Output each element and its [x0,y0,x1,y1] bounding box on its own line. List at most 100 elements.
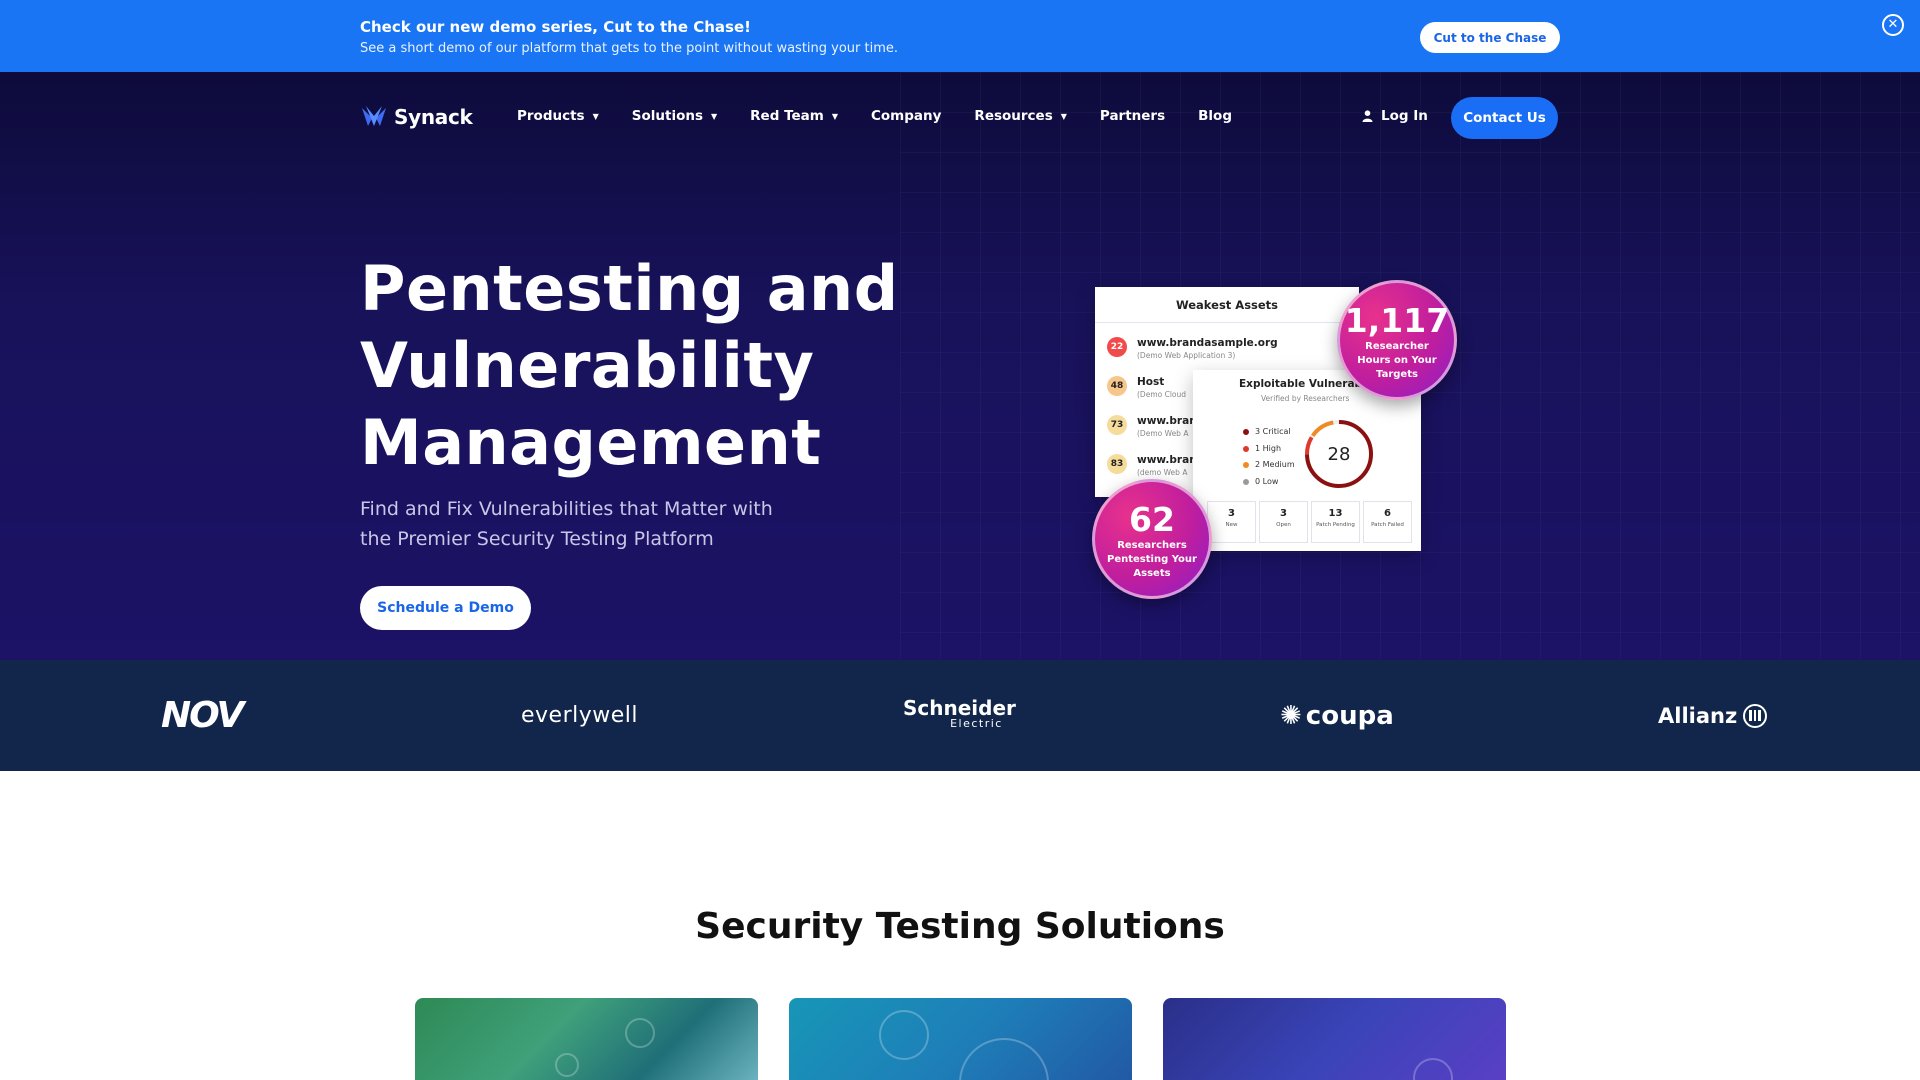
login-label: Log In [1381,108,1428,124]
stat-value: 3 [1280,508,1287,519]
legend-label: 2 Medium [1255,460,1295,469]
caret-down-icon: ▼ [1060,111,1067,121]
legend-row: 0 Low [1243,474,1295,491]
legend-label: 0 Low [1255,476,1279,486]
stat-value: 3 [1228,508,1235,519]
nav-blog[interactable]: Blog [1198,108,1232,124]
hero-lead: Find and Fix Vulnerabilities that Matter… [360,494,820,554]
legend-swatch [1243,429,1249,436]
solution-card-2[interactable] [789,998,1132,1080]
stat-patch-pending: 13 Patch Pending [1311,501,1360,543]
stat-label: Open [1276,522,1291,528]
researcher-hours-bubble: 1,117 Researcher Hours on Your Targets [1337,280,1457,400]
everlywell-logo: everlywell [521,703,639,728]
legend-row: 3 Critical [1243,424,1295,441]
caret-down-icon: ▼ [831,111,838,121]
stat-new: 3 New [1207,501,1256,543]
nov-logo: NOV [161,695,244,736]
vulnerability-donut: 28 [1303,418,1375,490]
hero-heading: Pentesting and Vulnerability Management [360,250,960,481]
asset-score: 22 [1107,337,1127,357]
hero-heading-line: Vulnerability [360,329,815,402]
electric-word: Electric [950,716,1003,730]
nav-solutions[interactable]: Solutions ▼ [632,108,717,124]
logo-text: Synack [394,105,473,129]
stat-label: Patch Failed [1371,522,1404,528]
hero-section [0,72,1920,660]
contact-us-button[interactable]: Contact Us [1451,97,1558,139]
glow-orb-icon [1413,1058,1453,1080]
target-ring-icon [879,1010,929,1060]
nav-label: Products [517,108,585,124]
hero-lead-line: Find and Fix Vulnerabilities that Matter… [360,498,773,520]
nav-label: Blog [1198,108,1232,124]
nav-label: Red Team [750,108,824,124]
target-ring-icon [959,1038,1049,1080]
nav-products[interactable]: Products ▼ [517,108,599,124]
close-circle-icon[interactable]: ✕ [1882,14,1904,36]
stat-label: New [1225,522,1238,528]
coupa-sun-icon: ✺ [1280,700,1302,731]
asset-row: 73 www.bran (Demo Web A [1107,415,1197,438]
network-node-icon [555,1053,579,1077]
asset-row: 22 www.brandasample.org (Demo Web Applica… [1107,337,1278,360]
asset-sub: (Demo Web Application 3) [1137,351,1236,360]
bubble-value: 62 [1129,500,1175,539]
asset-row: 48 Host (Demo Cloud [1107,376,1186,399]
asset-score: 73 [1107,415,1127,435]
bubble-value: 1,117 [1344,301,1450,340]
legend-label: 1 High [1255,443,1282,453]
asset-name: www.bran [1137,454,1197,466]
asset-score: 83 [1107,454,1127,474]
stat-patch-failed: 6 Patch Failed [1363,501,1412,543]
legend-label: 3 Critical [1255,427,1291,436]
announcement-subtitle: See a short demo of our platform that ge… [360,41,899,56]
announcement-title: Check our new demo series, Cut to the Ch… [360,18,751,36]
legend-swatch [1243,462,1249,469]
legend-swatch [1243,445,1249,452]
legend-swatch [1243,478,1249,485]
synack-wing-icon [362,106,386,126]
schneider-electric-logo: Schneider Electric [903,660,1016,771]
asset-sub: (demo Web A [1137,468,1188,477]
coupa-logo: ✺ coupa [1280,660,1394,771]
cut-to-the-chase-button[interactable]: Cut to the Chase [1420,22,1560,53]
stat-label: Patch Pending [1316,522,1355,528]
hero-heading-line: Pentesting and [360,252,899,325]
customer-logos: NOV everlywell Schneider Electric ✺ coup… [0,660,1920,771]
severity-legend: 3 Critical 1 High 2 Medium 0 Low [1243,424,1295,490]
schedule-demo-button[interactable]: Schedule a Demo [360,586,531,630]
caret-down-icon: ▼ [711,111,718,121]
announcement-bar: Check our new demo series, Cut to the Ch… [0,0,1920,72]
status-stats: 3 New 3 Open 13 Patch Pending 6 Patch Failed [1207,501,1412,543]
legend-row: 1 High [1243,441,1295,458]
nav-company[interactable]: Company [871,108,941,124]
asset-name: Host [1137,376,1165,388]
stat-value: 13 [1328,508,1343,519]
asset-name: www.bran [1137,415,1197,427]
nav-partners[interactable]: Partners [1100,108,1165,124]
schneider-word: Schneider [903,695,1016,720]
solution-card-3[interactable] [1163,998,1506,1080]
legend-row: 2 Medium [1243,457,1295,474]
bubble-label: Researchers Pentesting Your Assets [1107,540,1197,579]
nav-red-team[interactable]: Red Team ▼ [750,108,838,124]
bubble-label: Researcher Hours on Your Targets [1357,341,1437,380]
asset-sub: (Demo Web A [1137,429,1189,438]
nav-resources[interactable]: Resources ▼ [974,108,1066,124]
user-icon [1362,110,1373,122]
login-link[interactable]: Log In [1362,108,1428,124]
nav-label: Partners [1099,108,1166,124]
weakest-assets-title: Weakest Assets [1095,287,1359,323]
main-nav: Products ▼ Solutions ▼ Red Team ▼ Company R… [517,108,1265,124]
hero-heading-line: Management [360,406,822,479]
solution-card-1[interactable] [415,998,758,1080]
asset-sub: (Demo Cloud [1137,390,1187,399]
caret-down-icon: ▼ [592,111,599,121]
allianz-eagle-icon [1743,703,1768,728]
vulnerability-total: 28 [1327,443,1351,465]
network-node-icon [625,1018,655,1048]
researchers-bubble: 62 Researchers Pentesting Your Assets [1092,479,1212,599]
synack-logo[interactable]: Synack [360,104,473,130]
allianz-word: Allianz [1658,703,1738,728]
